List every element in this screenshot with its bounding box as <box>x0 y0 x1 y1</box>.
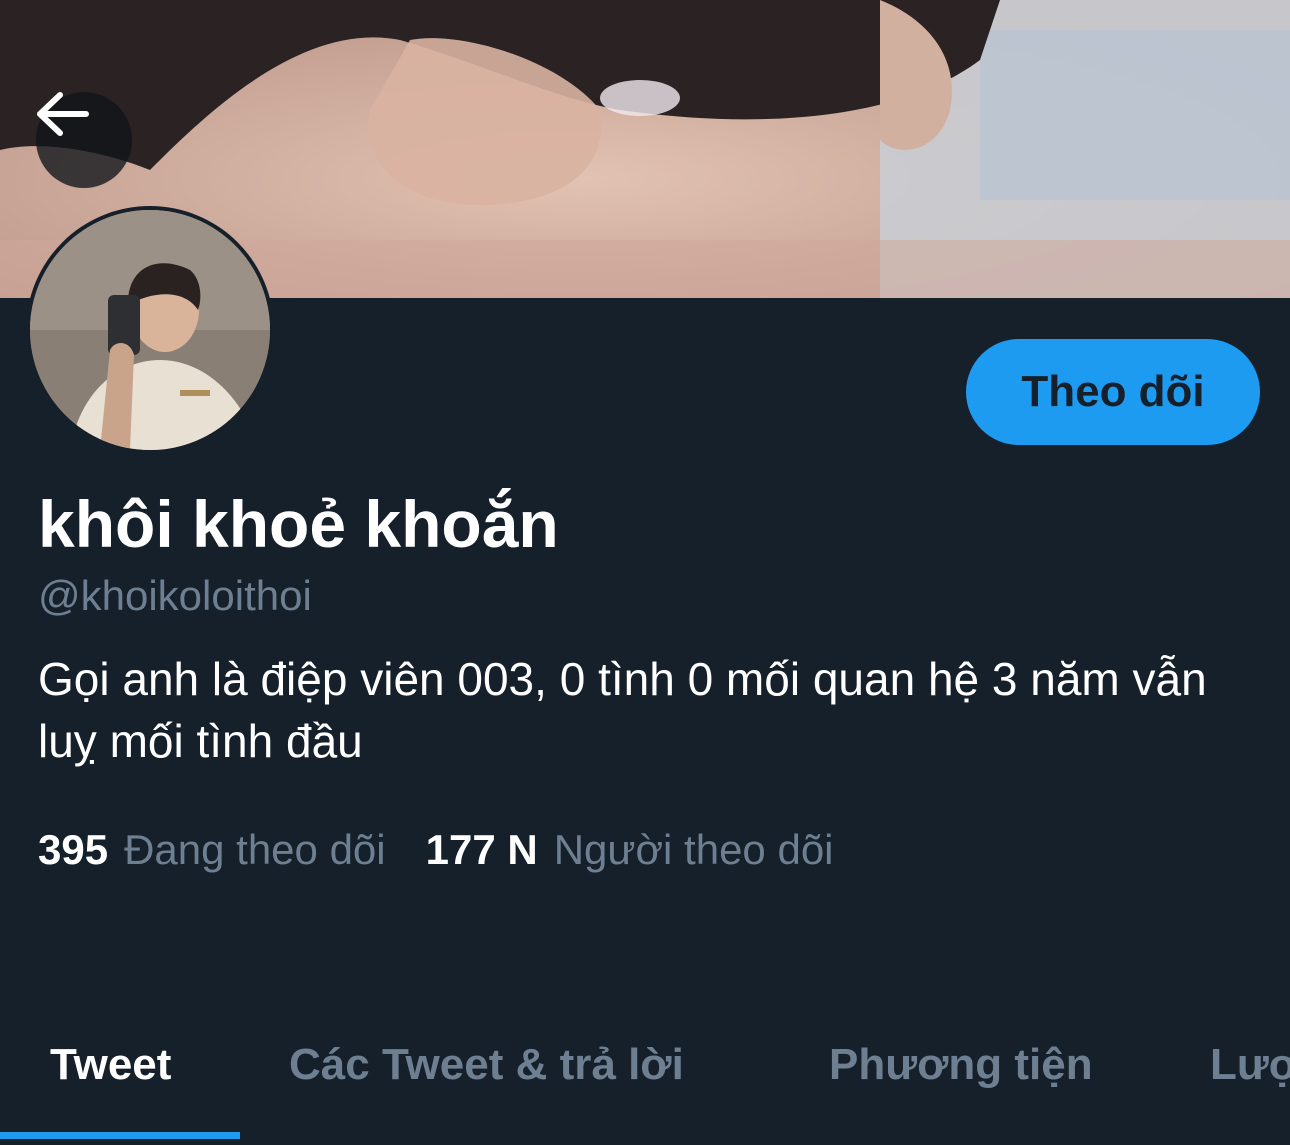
avatar-photo <box>30 210 270 450</box>
tab-tweets-and-replies[interactable]: Các Tweet & trả lời <box>289 1035 684 1095</box>
back-button[interactable] <box>36 92 132 188</box>
arrow-left-icon <box>37 92 89 136</box>
active-tab-indicator <box>0 1132 240 1139</box>
following-label: Đang theo dõi <box>124 826 386 873</box>
profile-stats: 395 Đang theo dõi 177 N Người theo dõi <box>38 822 834 878</box>
follow-button[interactable]: Theo dõi <box>966 339 1260 445</box>
following-link[interactable]: 395 Đang theo dõi <box>38 822 386 878</box>
profile-tabs: Tweet Các Tweet & trả lời Phương tiện Lư… <box>0 1015 1290 1145</box>
tab-likes[interactable]: Lượt thích <box>1210 1035 1290 1095</box>
followers-link[interactable]: 177 N Người theo dõi <box>426 822 834 878</box>
tab-media[interactable]: Phương tiện <box>829 1035 1093 1095</box>
profile-bio: Gọi anh là điệp viên 003, 0 tình 0 mối q… <box>38 653 1207 767</box>
profile-page: Theo dõi khôi khoẻ khoắn @khoikoloithoi … <box>0 0 1290 1145</box>
display-name: khôi khoẻ khoắn <box>38 487 559 561</box>
username-handle: @khoikoloithoi <box>38 572 312 619</box>
followers-count: 177 N <box>425 826 538 873</box>
tab-tweets[interactable]: Tweet <box>50 1035 171 1095</box>
following-count: 395 <box>38 826 109 873</box>
avatar[interactable] <box>26 206 274 454</box>
followers-label: Người theo dõi <box>553 826 834 873</box>
